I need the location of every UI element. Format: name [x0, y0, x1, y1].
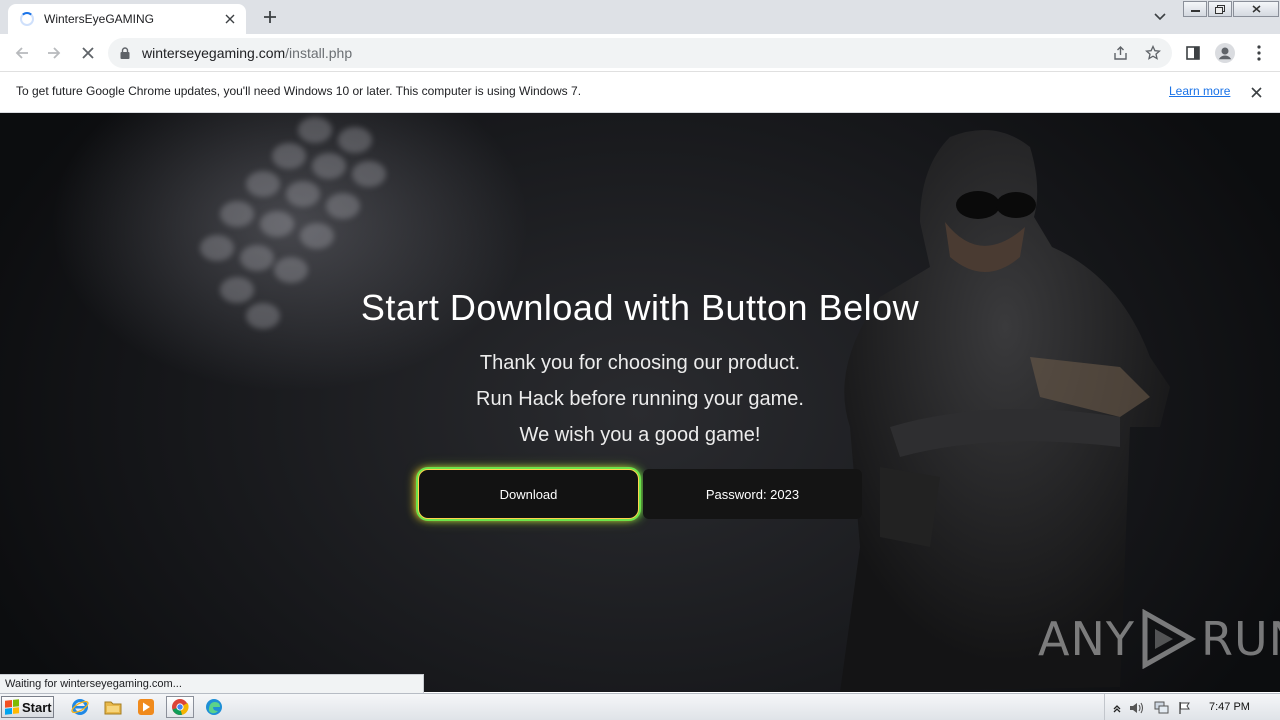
tray-expand-button[interactable]: [1109, 700, 1125, 716]
start-label: Start: [22, 699, 52, 715]
profile-icon: [1215, 43, 1235, 63]
internet-explorer-icon: [71, 699, 89, 715]
browser-toolbar: winterseyegaming.com/install.php: [0, 34, 1280, 72]
system-tray: 7:47 PM: [1104, 694, 1280, 720]
close-icon: [1250, 86, 1262, 98]
restore-button[interactable]: [1208, 1, 1232, 17]
plus-icon: [264, 11, 276, 23]
network-icon: [1154, 701, 1169, 714]
hero-line-3: We wish you a good game!: [519, 424, 761, 446]
loading-spinner-icon: [20, 12, 34, 26]
network-button[interactable]: [1153, 700, 1169, 716]
download-button[interactable]: Download: [418, 469, 639, 519]
taskbar-edge[interactable]: [200, 696, 228, 718]
folder-icon: [104, 701, 122, 715]
learn-more-link[interactable]: Learn more: [1169, 84, 1230, 98]
taskbar-chrome[interactable]: [166, 696, 194, 718]
hero-line-1: Thank you for choosing our product.: [479, 352, 801, 374]
side-panel-icon: [1186, 46, 1200, 60]
anyrun-watermark: ANY RUN: [1038, 609, 1280, 669]
media-player-icon: [138, 699, 154, 715]
start-button[interactable]: Start: [1, 696, 54, 718]
url-text: winterseyegaming.com/install.php: [142, 45, 353, 61]
play-logo-icon: [1142, 609, 1197, 669]
action-center-flag-icon: [1179, 702, 1190, 714]
close-icon: [1252, 5, 1260, 13]
address-bar[interactable]: winterseyegaming.com/install.php: [108, 38, 1172, 68]
restore-icon: [1215, 4, 1225, 14]
tab-strip: WintersEyeGAMING: [0, 0, 1280, 34]
window-close-button[interactable]: [1233, 1, 1279, 17]
taskbar-ie[interactable]: [66, 696, 94, 718]
bookmark-button[interactable]: [1144, 44, 1162, 62]
menu-button[interactable]: [1248, 42, 1270, 64]
clock[interactable]: 7:47 PM: [1209, 701, 1250, 713]
window-controls: [1182, 1, 1279, 17]
chevron-down-icon: [1154, 13, 1166, 21]
page-title: Start Download with Button Below: [360, 287, 920, 328]
volume-icon: [1130, 702, 1144, 714]
windows-taskbar: Start 7:47 PM: [0, 693, 1280, 720]
back-button[interactable]: [10, 41, 34, 65]
lock-icon[interactable]: [120, 47, 130, 59]
status-bubble: Waiting for winterseyegaming.com...: [0, 674, 424, 693]
new-tab-button[interactable]: [258, 5, 282, 29]
infobar-message: To get future Google Chrome updates, you…: [16, 84, 582, 98]
watermark-left-text: ANY: [1038, 612, 1135, 666]
password-button[interactable]: Password: 2023: [643, 469, 862, 519]
windows-flag-icon: [5, 699, 19, 715]
forward-arrow-icon: [48, 47, 61, 59]
action-center-button[interactable]: [1177, 700, 1193, 716]
share-button[interactable]: [1112, 44, 1130, 62]
hero-line-2: Run Hack before running your game.: [476, 388, 804, 410]
update-infobar: To get future Google Chrome updates, you…: [0, 72, 1280, 113]
tab-title: WintersEyeGAMING: [44, 12, 155, 26]
edge-icon: [206, 699, 222, 715]
page-content: Start Download with Button Below Thank y…: [0, 113, 1280, 692]
stop-loading-button[interactable]: [76, 41, 100, 65]
minimize-button[interactable]: [1183, 1, 1207, 17]
infobar-close-button[interactable]: [1247, 83, 1265, 101]
back-arrow-icon: [15, 47, 28, 59]
tab-close-icon[interactable]: [222, 11, 238, 27]
watermark-right-text: RUN: [1200, 612, 1280, 666]
star-icon: [1145, 45, 1161, 60]
browser-tab[interactable]: WintersEyeGAMING: [8, 4, 246, 34]
chrome-icon: [172, 699, 189, 715]
minimize-icon: [1190, 10, 1200, 12]
profile-button[interactable]: [1214, 42, 1236, 64]
volume-button[interactable]: [1129, 700, 1145, 716]
more-vert-icon: [1257, 45, 1261, 61]
forward-button[interactable]: [42, 41, 66, 65]
share-icon: [1114, 46, 1127, 60]
tab-search-button[interactable]: [1150, 8, 1170, 26]
stop-loading-icon: [82, 47, 94, 59]
taskbar-media-player[interactable]: [132, 696, 160, 718]
tray-arrow-icon: [1113, 705, 1121, 713]
taskbar-explorer[interactable]: [99, 696, 127, 718]
side-panel-button[interactable]: [1182, 42, 1204, 64]
hero-section: Start Download with Button Below Thank y…: [0, 113, 1280, 692]
